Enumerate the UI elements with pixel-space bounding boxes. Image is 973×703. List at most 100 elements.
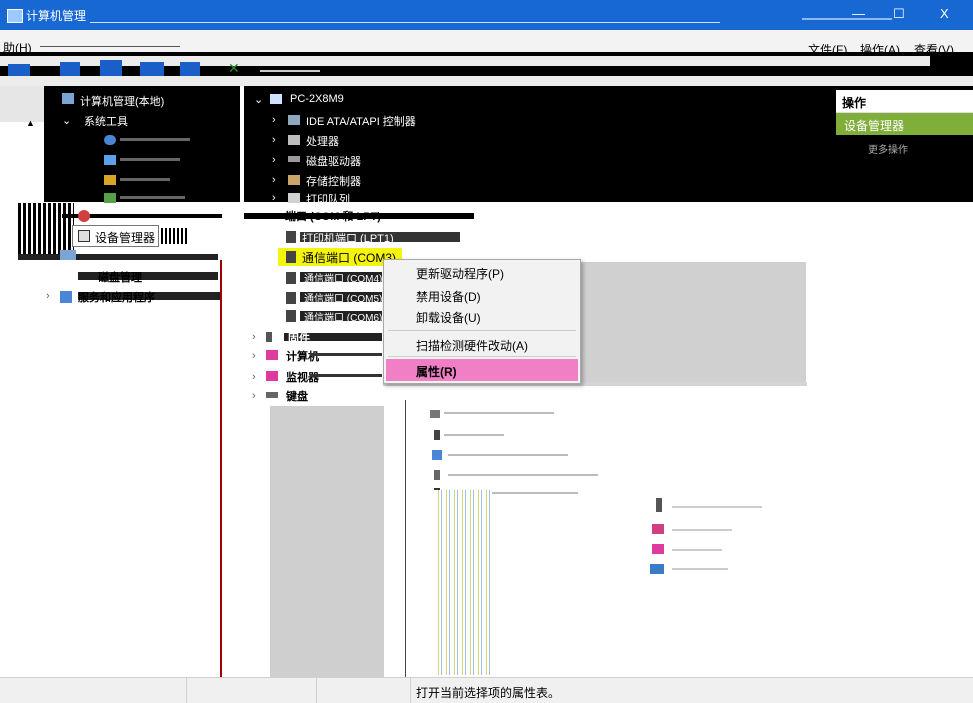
close-button[interactable]: X <box>940 6 949 21</box>
status-cell <box>0 678 187 703</box>
left-pane-divider <box>220 260 222 677</box>
toolbar-separator <box>260 70 320 72</box>
device-storage-label[interactable]: 存储控制器 <box>306 173 361 189</box>
computer-glitch <box>310 353 382 356</box>
left-nav-dark <box>0 86 44 122</box>
chevron-right-icon[interactable]: › <box>272 114 276 126</box>
computer-expand-icon[interactable]: ⌄ <box>254 93 263 106</box>
ctx-update-driver[interactable]: 更新驱动程序(P) <box>416 265 504 282</box>
tree-disk-management-label[interactable]: 磁盘管理 <box>98 269 142 285</box>
middle-pane-divider <box>405 400 406 677</box>
processor-icon <box>288 135 300 145</box>
title-bar: 计算机管理 — ☐ X <box>0 0 973 30</box>
chevron-right-icon[interactable]: › <box>272 174 276 186</box>
device-manager-tooltip: 设备管理器 <box>72 225 159 247</box>
chevron-right-icon[interactable]: › <box>272 154 276 166</box>
device-disk-label[interactable]: 磁盘驱动器 <box>306 153 361 169</box>
port-com4-label[interactable]: 通信端口 (COM4) <box>304 270 382 285</box>
storage-icon <box>60 250 76 260</box>
ctx-uninstall-device[interactable]: 卸载设备(U) <box>416 309 481 326</box>
gray-artifact-block <box>270 406 384 677</box>
device-keyboard-label[interactable]: 键盘 <box>286 388 308 404</box>
ctx-separator <box>388 356 576 357</box>
left-scroll-up[interactable]: ▲ <box>26 118 35 128</box>
actions-header-label: 操作 <box>842 96 867 110</box>
device-processor-label[interactable]: 处理器 <box>306 133 339 149</box>
device-firmware-label[interactable]: 固件 <box>288 330 310 346</box>
ctx-properties-highlight[interactable] <box>386 359 578 381</box>
port-com3-label[interactable]: 通信端口 (COM3) <box>302 249 396 266</box>
storage-controller-icon <box>288 175 300 185</box>
port-icon <box>286 310 296 322</box>
tooltip-label: 设备管理器 <box>95 231 156 245</box>
port-com6-label[interactable]: 通信端口 (COM6) <box>304 309 382 324</box>
ghost-icon <box>652 524 664 534</box>
firmware-icon <box>266 332 272 342</box>
local-users-icon <box>104 193 116 203</box>
ghost-icon <box>652 544 664 554</box>
menu-bar: 助(H) 文件(F) 操作(A) 查看(V) <box>0 30 973 57</box>
ctx-scan-hardware[interactable]: 扫描检测硬件改动(A) <box>416 337 528 354</box>
ghost-lower-tree <box>632 494 782 584</box>
ghost-line <box>672 506 762 508</box>
chevron-right-icon[interactable]: › <box>272 134 276 146</box>
disk-drive-icon <box>288 156 300 162</box>
chevron-right-icon[interactable]: › <box>272 192 276 204</box>
chevron-down-icon[interactable]: ⌄ <box>62 114 71 127</box>
port-icon <box>286 231 296 243</box>
actions-more-label[interactable]: 更多操作 <box>868 141 908 156</box>
device-ports-label[interactable]: 端口 (COM 和 LPT) <box>285 208 381 224</box>
performance-icon <box>78 210 90 222</box>
port-lpt-label[interactable]: 打印机端口 (LPT1) <box>302 230 394 246</box>
toolbar-properties-icon <box>140 62 164 76</box>
tree-system-tools-label[interactable]: 系统工具 <box>84 113 128 129</box>
computer-icon <box>270 94 282 104</box>
actions-header: 操作 <box>836 90 973 113</box>
actions-device-manager[interactable]: 设备管理器 <box>836 113 973 135</box>
port-icon <box>286 272 296 284</box>
toolbar-back-icon <box>8 64 30 76</box>
device-computer-label[interactable]: 计算机 <box>286 348 319 364</box>
status-cell <box>186 678 317 703</box>
maximize-button[interactable]: ☐ <box>893 6 905 22</box>
menu-glitch <box>40 46 180 47</box>
shared-folders-icon <box>104 175 116 185</box>
device-monitor-label[interactable]: 监视器 <box>286 369 319 385</box>
chevron-right-icon[interactable]: › <box>252 331 256 343</box>
device-manager-icon <box>78 230 90 242</box>
title-glitch-line <box>90 22 720 23</box>
toolbar-remove-icon[interactable]: ✕ <box>228 60 240 77</box>
port-icon <box>286 251 296 263</box>
chevron-right-icon[interactable]: › <box>46 290 50 302</box>
port-com5-label[interactable]: 通信端口 (COM5) <box>304 290 382 305</box>
services-icon <box>60 291 72 303</box>
tree-services-label[interactable]: 服务和应用程序 <box>78 289 155 305</box>
device-manager-item[interactable] <box>157 228 187 244</box>
left-tree-glitch-2 <box>120 158 180 161</box>
ctx-properties[interactable]: 属性(R) <box>416 363 457 380</box>
chevron-right-icon[interactable]: › <box>252 390 256 402</box>
left-tree-glitch-4 <box>120 196 185 199</box>
task-scheduler-icon <box>104 135 116 145</box>
ctx-disable-device[interactable]: 禁用设备(D) <box>416 288 481 305</box>
ghost-line <box>672 568 728 570</box>
keyboard-icon <box>266 392 278 398</box>
toolbar-help-icon <box>180 62 200 76</box>
tree-root-label[interactable]: 计算机管理(本地) <box>80 93 164 109</box>
ctx-separator <box>388 330 576 331</box>
device-print-queue-label[interactable]: 打印队列 <box>306 191 350 207</box>
minimize-button[interactable]: — <box>852 6 865 21</box>
title-glitch-block <box>802 18 892 20</box>
ghost-icon <box>434 430 440 440</box>
ghost-icon <box>650 564 664 574</box>
storage-glitch-bar <box>18 254 218 260</box>
chevron-right-icon[interactable]: › <box>252 371 256 383</box>
chevron-right-icon[interactable]: › <box>252 350 256 362</box>
monitor-glitch <box>310 374 382 377</box>
toolbar: ✕ <box>0 56 973 86</box>
ide-controller-icon <box>288 115 300 125</box>
device-ide-label[interactable]: IDE ATA/ATAPI 控制器 <box>306 113 416 129</box>
device-tree-root-label[interactable]: PC-2X8M9 <box>290 93 344 105</box>
actions-section-label: 设备管理器 <box>844 119 905 133</box>
status-text: 打开当前选择项的属性表。 <box>416 686 561 700</box>
